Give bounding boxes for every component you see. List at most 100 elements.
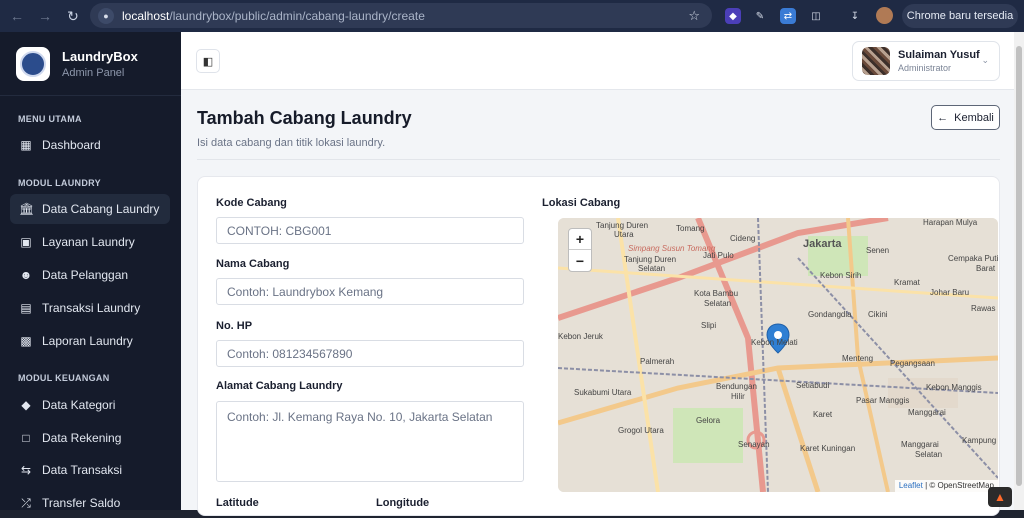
map-label: Cideng — [730, 234, 756, 243]
sidebar-item-layanan-laundry[interactable]: ▣ Layanan Laundry — [10, 227, 170, 257]
map-label: Johar Baru — [930, 288, 970, 297]
user-menu[interactable]: Sulaiman Yusuf Administrator ⌄ — [852, 41, 1000, 81]
map-label: Senen — [866, 246, 890, 255]
chevron-down-icon: ⌄ — [981, 55, 989, 65]
page-subtitle: Isi data cabang dan titik lokasi laundry… — [197, 137, 386, 149]
wallet-icon: □ — [22, 431, 30, 445]
map-label: Jakarta — [803, 238, 842, 250]
url-host: localhost — [122, 8, 170, 23]
map-label: Harapan Mulya — [923, 218, 978, 227]
lokasi-cabang-label: Lokasi Cabang — [542, 197, 621, 209]
map-label: Selatan — [704, 299, 732, 308]
map-zoom-control: + − — [568, 228, 592, 272]
map-label: Sukabumi Utara — [574, 388, 632, 397]
sidebar-item-data-cabang-laundry[interactable]: 🏛 Data Cabang Laundry — [10, 194, 170, 224]
sidebar-item-label: Transaksi Laundry — [42, 301, 141, 315]
leaflet-link[interactable]: Leaflet — [899, 481, 923, 490]
map-label: Tanjung Duren — [624, 255, 677, 264]
divider — [197, 159, 1000, 160]
reload-icon[interactable]: ↻ — [62, 5, 84, 27]
sidebar-item-data-rekening[interactable]: □ Data Rekening — [10, 423, 170, 453]
brand-subtitle: Admin Panel — [62, 66, 125, 79]
flame-icon[interactable]: ▲ — [988, 487, 1012, 507]
exchange-icon: ⇆ — [20, 463, 32, 477]
sidebar-item-label: Layanan Laundry — [42, 235, 135, 249]
sidebar-item-label: Data Cabang Laundry — [42, 202, 160, 216]
map-label: Bendungan — [716, 382, 757, 391]
section-menu-utama: MENU UTAMA — [18, 114, 82, 124]
map-label: Setiabudi — [796, 381, 830, 390]
avatar — [862, 47, 890, 75]
extension-icon[interactable]: ◆ — [725, 8, 741, 24]
map-label: Rawas — [971, 304, 996, 313]
bookmark-star-icon[interactable]: ☆ — [688, 8, 700, 24]
dashboard-icon: ▦ — [20, 138, 32, 152]
chrome-update-button[interactable]: Chrome baru tersedia — [902, 4, 1018, 28]
main-content: ◧ Sulaiman Yusuf Administrator ⌄ Tambah … — [181, 32, 1014, 516]
sidebar-item-label: Data Kategori — [42, 398, 116, 412]
map-label: Palmerah — [640, 357, 675, 366]
alamat-textarea[interactable]: Contoh: Jl. Kemang Raya No. 10, Jakarta … — [216, 401, 524, 482]
map-label: Tanjung Duren — [596, 221, 649, 230]
sidebar-item-data-pelanggan[interactable]: ☻ Data Pelanggan — [10, 260, 170, 290]
sidebar-item-data-kategori[interactable]: ◆ Data Kategori — [10, 390, 170, 420]
user-name: Sulaiman Yusuf — [898, 49, 980, 61]
sidebar-item-data-transaksi[interactable]: ⇆ Data Transaksi — [10, 455, 170, 485]
map-label: Karet Kuningan — [800, 444, 856, 453]
section-modul-laundry: MODUL LAUNDRY — [18, 178, 101, 188]
page-title: Tambah Cabang Laundry — [197, 108, 412, 128]
translate-icon[interactable]: ⇄ — [780, 8, 796, 24]
map-label: Selatan — [915, 450, 943, 459]
nama-cabang-label: Nama Cabang — [216, 258, 290, 270]
receipt-icon: ▤ — [20, 301, 32, 315]
map-label: Cikini — [868, 310, 888, 319]
map-label: Selatan — [638, 264, 666, 273]
users-icon: ☻ — [19, 268, 33, 282]
tag-icon: ◆ — [21, 398, 31, 412]
alamat-label: Alamat Cabang Laundry — [216, 380, 343, 392]
no-hp-label: No. HP — [216, 320, 253, 332]
pen-icon[interactable]: ✎ — [752, 8, 768, 24]
brand-logo — [16, 46, 50, 81]
profile-avatar[interactable] — [876, 7, 893, 24]
sidebar-item-transaksi-laundry[interactable]: ▤ Transaksi Laundry — [10, 293, 170, 323]
map-label: Pegangsaan — [890, 359, 935, 368]
osm-attribution: | © OpenStreetMap — [925, 481, 994, 490]
map-label: Gondangdia — [808, 310, 852, 319]
sidebar-item-label: Data Transaksi — [42, 463, 123, 477]
location-map[interactable]: Tanjung Duren Utara Tomang Cideng Jakart… — [558, 218, 998, 492]
nama-cabang-input[interactable]: Contoh: Laundrybox Kemang — [216, 278, 524, 305]
site-info-icon[interactable]: ● — [98, 7, 114, 24]
map-label: Kebon Sirih — [820, 271, 862, 280]
zoom-out-button[interactable]: − — [569, 250, 591, 271]
form-card: Kode Cabang CONTOH: CBG001 Nama Cabang C… — [197, 176, 1000, 516]
arrow-left-icon: ← — [937, 111, 949, 124]
download-icon[interactable]: ↧ — [847, 8, 863, 24]
back-button[interactable]: ← Kembali — [931, 105, 1000, 130]
puzzle-icon[interactable]: ◫ — [808, 8, 824, 24]
map-label: Utara — [614, 230, 634, 239]
latitude-label: Latitude — [216, 497, 259, 509]
zoom-in-button[interactable]: + — [569, 229, 591, 250]
map-label: Menteng — [842, 354, 874, 363]
kode-cabang-input[interactable]: CONTOH: CBG001 — [216, 217, 524, 244]
map-label: Tomang — [676, 224, 705, 233]
sidebar-toggle-button[interactable]: ◧ — [196, 49, 220, 73]
forward-arrow-icon[interactable]: → — [34, 5, 56, 27]
address-bar[interactable]: ● localhost /laundrybox/public/admin/cab… — [90, 3, 712, 28]
map-label: Grogol Utara — [618, 426, 664, 435]
map-label: Kampung M — [962, 436, 998, 445]
sidebar-item-transfer-saldo[interactable]: ⤮ Transfer Saldo — [10, 488, 170, 518]
map-label: Manggarai — [901, 440, 939, 449]
no-hp-input[interactable]: Contoh: 081234567890 — [216, 340, 524, 367]
page-scrollbar[interactable] — [1014, 32, 1024, 510]
map-label: Kota Bambu — [694, 289, 739, 298]
back-arrow-icon[interactable]: ← — [6, 5, 28, 27]
sidebar-item-dashboard[interactable]: ▦ Dashboard — [10, 130, 170, 160]
user-role: Administrator — [898, 63, 952, 73]
back-button-label: Kembali — [954, 111, 994, 124]
map-label: Senayan — [738, 440, 770, 449]
sidebar-item-laporan-laundry[interactable]: ▩ Laporan Laundry — [10, 326, 170, 356]
sidebar-toggle-icon: ◧ — [202, 55, 214, 68]
map-label: Cempaka Putih — [948, 254, 998, 263]
